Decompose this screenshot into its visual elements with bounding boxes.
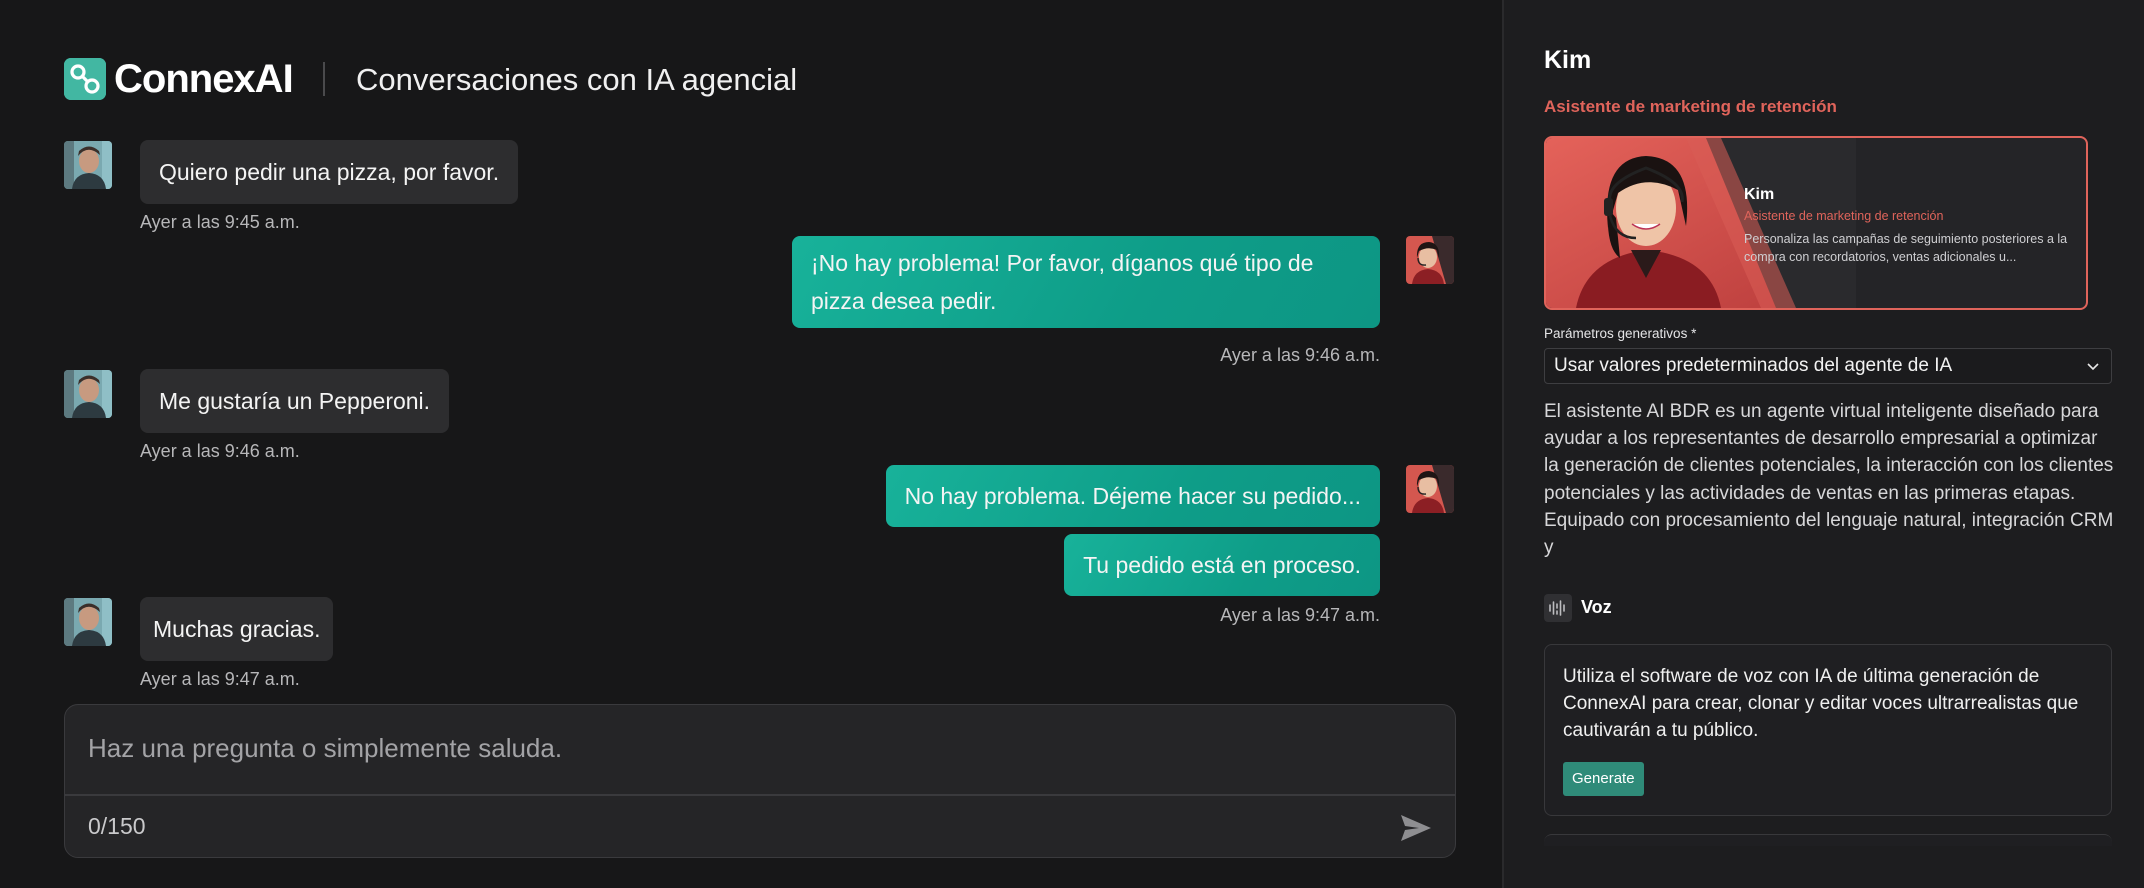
generative-params-select[interactable]: Usar valores predeterminados del agente …	[1544, 348, 2112, 384]
message-timestamp: Ayer a las 9:45 a.m.	[140, 212, 300, 232]
agent-avatar	[1406, 236, 1454, 284]
agent-role: Asistente de marketing de retención	[1544, 97, 1837, 116]
generate-button[interactable]: Generate	[1563, 762, 1644, 796]
waveform-icon	[1544, 594, 1572, 622]
chat-panel: ConnexAI Conversaciones con IA agencial …	[0, 0, 1502, 888]
message-input[interactable]: Haz una pregunta o simplemente saluda.	[88, 731, 562, 765]
voice-card: Utiliza el software de voz con IA de últ…	[1544, 644, 2112, 816]
agent-avatar	[1406, 465, 1454, 513]
user-avatar	[64, 598, 112, 646]
composer-divider	[65, 794, 1455, 796]
chevron-down-icon	[2087, 363, 2099, 371]
agent-card-role: Asistente de marketing de retención	[1744, 209, 1944, 223]
message-timestamp: Ayer a las 9:47 a.m.	[1220, 605, 1380, 625]
agent-portrait	[1546, 138, 1856, 308]
page-title: Conversaciones con IA agencial	[356, 62, 798, 97]
voice-label: Voz	[1581, 597, 1612, 617]
agent-description: El asistente AI BDR es un agente virtual…	[1544, 401, 2114, 559]
message-bubble-user: Me gustaría un Pepperoni.	[140, 369, 450, 433]
message-timestamp: Ayer a las 9:46 a.m.	[140, 441, 300, 461]
user-avatar	[64, 370, 112, 418]
generative-params-label: Parámetros generativos *	[1544, 326, 1697, 341]
agent-card[interactable]: Kim Asistente de marketing de retención …	[1544, 136, 2088, 310]
header-divider	[323, 62, 325, 96]
brand-name: ConnexAI	[114, 57, 294, 101]
message-composer[interactable]: Haz una pregunta o simplemente saluda. 0…	[64, 704, 1456, 858]
message-bubble-user: Muchas gracias.	[140, 597, 334, 661]
agent-card-description: Personaliza las campañas de seguimiento …	[1744, 232, 2068, 264]
character-counter: 0/150	[88, 813, 146, 839]
message-bubble-agent: Tu pedido está en proceso.	[1064, 534, 1380, 596]
voice-description: Utiliza el software de voz con IA de últ…	[1563, 666, 2079, 741]
message-timestamp: Ayer a las 9:47 a.m.	[140, 669, 300, 689]
message-bubble-agent: No hay problema. Déjeme hacer su pedido.…	[885, 465, 1380, 527]
next-card-edge	[1544, 834, 2112, 846]
agent-card-name: Kim	[1744, 186, 1775, 203]
message-bubble-agent: ¡No hay problema! Por favor, díganos qué…	[792, 236, 1380, 328]
agent-details-panel: Kim Asistente de marketing de retención …	[1502, 0, 2144, 888]
user-avatar	[64, 141, 112, 189]
send-icon[interactable]	[1399, 813, 1433, 843]
agent-name: Kim	[1544, 46, 1592, 74]
message-timestamp: Ayer a las 9:46 a.m.	[1220, 345, 1380, 365]
generative-params-value: Usar valores predeterminados del agente …	[1554, 355, 1953, 376]
connexai-logo-icon	[64, 58, 106, 100]
message-bubble-user: Quiero pedir una pizza, por favor.	[140, 140, 519, 204]
